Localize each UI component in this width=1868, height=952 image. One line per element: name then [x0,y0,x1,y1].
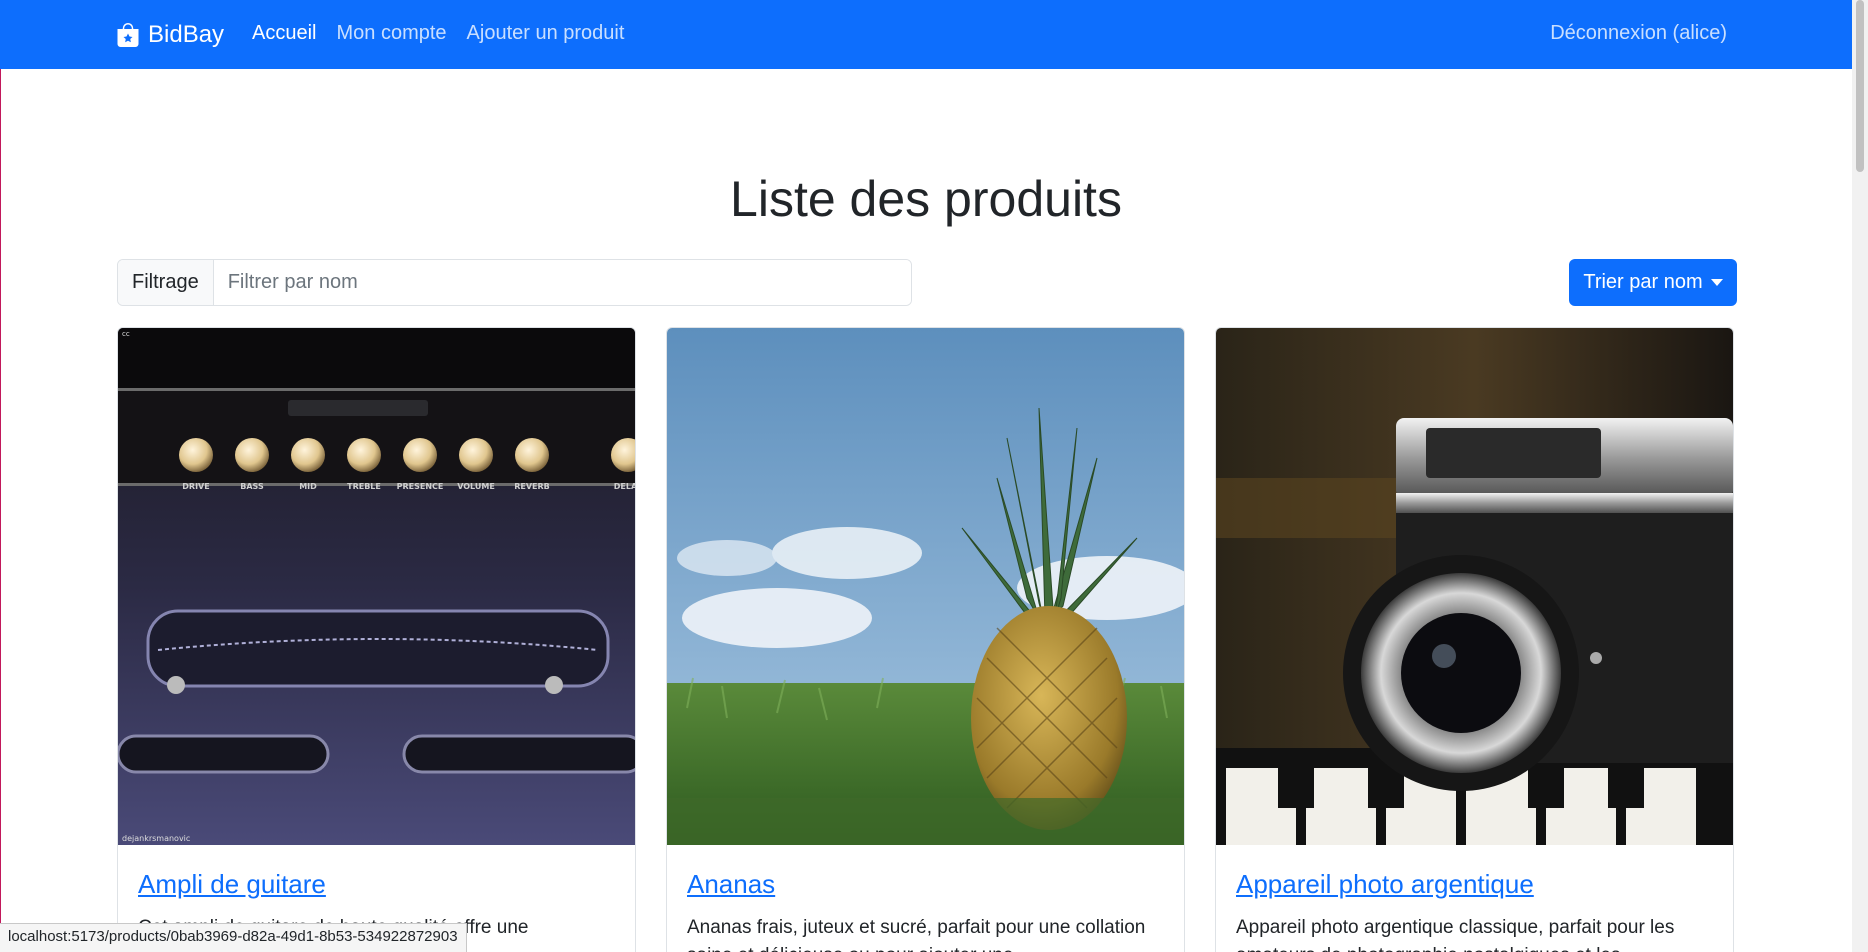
window-edge [0,0,1,952]
shopping-bag-icon [117,23,139,47]
filter-label: Filtrage [118,260,214,305]
brand[interactable]: BidBay [116,20,224,50]
sort-button-label: Trier par nom [1583,271,1703,293]
product-description: Appareil photo argentique classique, par… [1236,917,1675,952]
link-preview-status-bar: localhost:5173/products/0bab3969-d82a-49… [0,923,467,952]
amp-knob-label: TREBLE [347,482,381,491]
image-caption: dejankrsmanovic [122,834,190,843]
scrollbar-thumb[interactable] [1856,0,1864,172]
amp-knob-label: VOLUME [457,482,495,491]
product-card: Appareil photo argentique Appareil photo… [1215,327,1734,952]
nav-links: Accueil Mon compte Ajouter un produit [252,22,624,45]
filter-group: Filtrage [117,259,912,306]
amp-knob-label: DRIVE [182,482,209,491]
amp-knob-label: REVERB [514,482,550,491]
nav-link-mon-compte[interactable]: Mon compte [336,22,446,45]
image-caption: cc [122,330,130,338]
card-body: Ananas Ananas frais, juteux et sucré, pa… [667,845,1184,952]
product-card: DRIVE BASS MID TREBLE PRESENCE VOLUME RE… [117,327,636,952]
card-body: Appareil photo argentique Appareil photo… [1216,845,1733,952]
page-title: Liste des produits [730,171,1122,227]
product-image-film-camera[interactable] [1216,328,1733,845]
product-description: Ananas frais, juteux et sucré, parfait p… [687,917,1146,952]
navbar: BidBay Accueil Mon compte Ajouter un pro… [0,0,1852,69]
amp-knob-label: BASS [240,482,264,491]
product-image-pineapple[interactable] [667,328,1184,845]
product-image-guitar-amplifier[interactable]: DRIVE BASS MID TREBLE PRESENCE VOLUME RE… [118,328,635,845]
filter-input[interactable] [213,260,911,305]
product-card: Ananas Ananas frais, juteux et sucré, pa… [666,327,1185,952]
nav-link-accueil[interactable]: Accueil [252,22,316,45]
caret-down-icon [1710,279,1723,286]
nav-link-ajouter-produit[interactable]: Ajouter un produit [467,22,625,45]
amp-knob-label: MID [299,482,317,491]
page-scrollbar[interactable] [1852,0,1868,952]
product-title-link[interactable]: Appareil photo argentique [1236,869,1534,900]
product-title-link[interactable]: Ampli de guitare [138,869,326,900]
sort-dropdown-button[interactable]: Trier par nom [1569,259,1737,306]
product-title-link[interactable]: Ananas [687,869,775,900]
brand-label: BidBay [148,21,225,48]
amp-knob-label: PRESENCE [397,482,444,491]
amp-knob-label: DELAY [614,482,635,491]
logout-link[interactable]: Déconnexion (alice) [1550,22,1727,45]
